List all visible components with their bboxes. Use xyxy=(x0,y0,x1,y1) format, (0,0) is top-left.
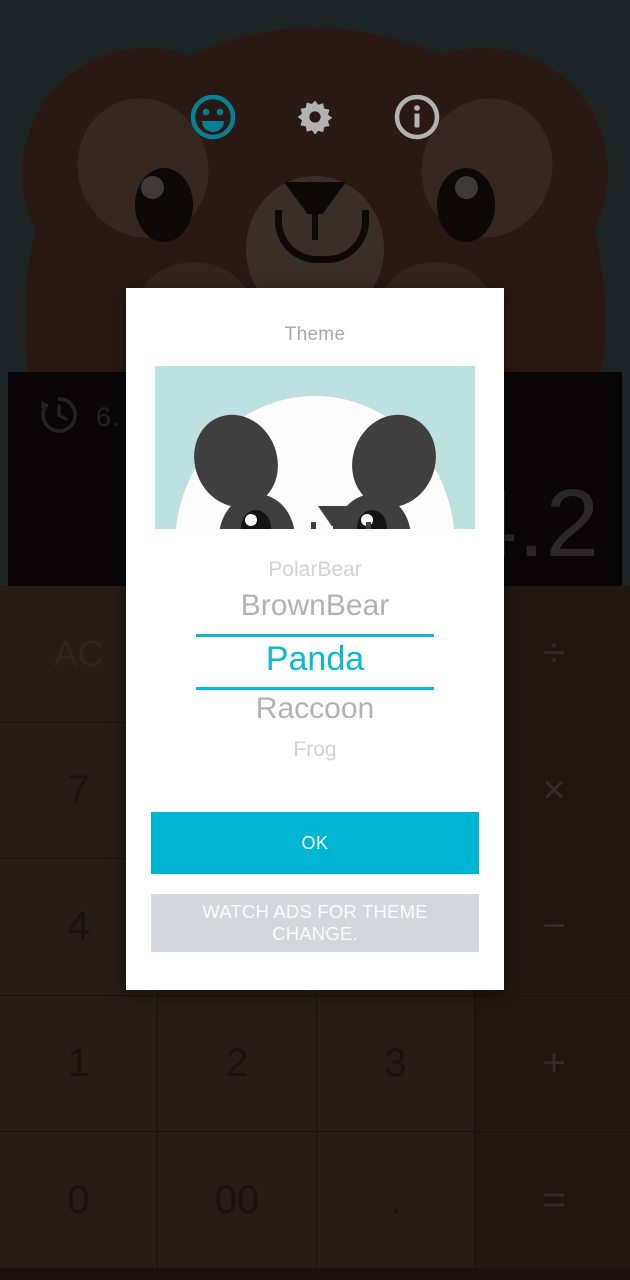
theme-picker-wheel[interactable]: PolarBear BrownBear Panda Raccoon Frog xyxy=(126,558,504,790)
picker-option-panda[interactable]: Panda xyxy=(126,640,504,679)
watch-ads-button[interactable]: WATCH ADS FOR THEME CHANGE. xyxy=(151,894,479,952)
panda-mouth xyxy=(311,522,371,529)
ok-button[interactable]: OK xyxy=(151,812,479,874)
dialog-title: Theme xyxy=(284,324,346,345)
picker-option-polarbear[interactable]: PolarBear xyxy=(126,558,504,582)
picker-option-frog[interactable]: Frog xyxy=(126,738,504,762)
app-screen: 6. 4.2 AC ÷ 7 8 9 × 4 5 6 − 1 2 3 + 0 00… xyxy=(0,0,630,1280)
panda-face xyxy=(175,396,455,529)
theme-dialog: Theme PolarBear BrownBear Panda Raccoon … xyxy=(126,288,504,990)
picker-option-brownbear[interactable]: BrownBear xyxy=(126,589,504,623)
theme-preview-image xyxy=(155,366,475,529)
picker-option-raccoon[interactable]: Raccoon xyxy=(126,692,504,726)
panda-eye-highlight-left xyxy=(245,514,257,526)
